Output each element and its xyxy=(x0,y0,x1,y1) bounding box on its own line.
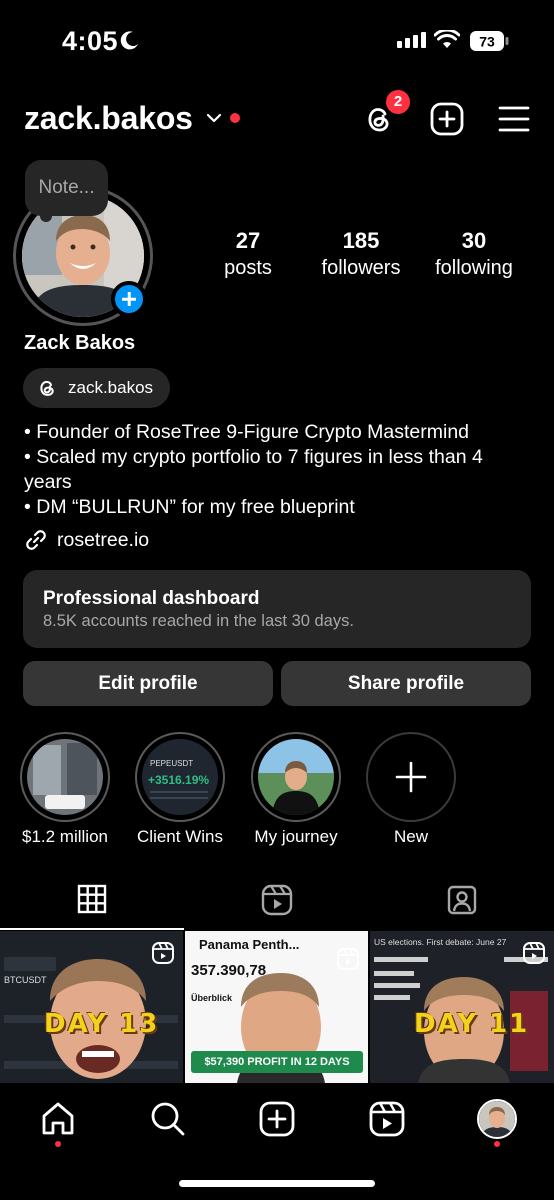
reel-indicator-icon xyxy=(337,948,359,970)
tab-tagged[interactable] xyxy=(370,880,554,924)
post-tab-label: Überblick xyxy=(191,993,233,1003)
followers-count[interactable]: 185 followers xyxy=(315,228,407,280)
add-story-button[interactable] xyxy=(111,281,147,317)
battery-icon: 73 xyxy=(470,31,509,51)
post-caption: DAY 11 xyxy=(414,1009,530,1039)
home-indicator xyxy=(179,1180,375,1187)
active-tab-indicator xyxy=(0,928,184,930)
link-icon xyxy=(26,530,46,550)
threads-profile-link[interactable]: zack.bakos xyxy=(23,368,170,408)
website-link-text: rosetree.io xyxy=(57,529,150,551)
post-amount: 357.390,78 xyxy=(191,962,267,979)
highlight-cover xyxy=(258,739,334,815)
note-bubble[interactable]: Note... xyxy=(25,160,108,216)
create-post-icon[interactable] xyxy=(430,102,464,136)
reel-indicator-icon xyxy=(523,942,545,964)
highlight-label: Client Wins xyxy=(137,827,223,846)
highlight-ring xyxy=(366,732,456,822)
cellular-signal-icon xyxy=(397,32,426,48)
highlight-ring xyxy=(251,732,341,822)
highlight-my-journey[interactable]: My journey xyxy=(251,732,341,846)
menu-icon[interactable] xyxy=(498,104,530,134)
tagged-icon xyxy=(447,885,477,915)
following-count-value: 30 xyxy=(461,228,487,253)
threads-handle: zack.bakos xyxy=(68,378,154,397)
create-icon[interactable] xyxy=(257,1099,297,1139)
threads-notification-badge: 2 xyxy=(386,90,410,114)
profile-notification-dot xyxy=(494,1141,500,1147)
post-tile[interactable]: Panama Penth... 357.390,78 Überblick $57… xyxy=(185,931,368,1083)
highlight-ticker: PEPEUSDT xyxy=(150,759,194,768)
professional-dashboard[interactable]: Professional dashboard 8.5K accounts rea… xyxy=(23,570,531,648)
home-notification-dot xyxy=(55,1141,61,1147)
edit-profile-button[interactable]: Edit profile xyxy=(23,661,273,706)
bio-line: • Scaled my crypto portfolio to 7 figure… xyxy=(24,446,483,493)
posts-count-value: 27 xyxy=(235,228,261,253)
dashboard-title: Professional dashboard xyxy=(43,588,260,609)
status-time: 4:05 xyxy=(62,26,119,56)
post-tile[interactable]: US elections. First debate: June 27 DAY … xyxy=(370,931,554,1083)
moon-icon xyxy=(120,31,138,50)
home-icon[interactable] xyxy=(38,1099,78,1139)
following-count-label: following xyxy=(435,257,513,279)
followers-count-value: 185 xyxy=(342,228,380,253)
new-highlight-button[interactable]: New xyxy=(366,732,456,846)
reel-indicator-icon xyxy=(152,942,174,964)
bio-line: • DM “BULLRUN” for my free blueprint xyxy=(24,496,355,518)
highlight-ring xyxy=(20,732,110,822)
note-bubble-tail xyxy=(40,210,52,222)
profile-header: zack.bakos 2 xyxy=(0,90,554,144)
share-profile-button[interactable]: Share profile xyxy=(281,661,531,706)
search-icon[interactable] xyxy=(148,1099,188,1139)
post-grid: BTCUSDT DAY 13 Panama Penth... 357.390,7… xyxy=(0,931,554,1083)
followers-count-label: followers xyxy=(321,257,401,279)
threads-logo-icon xyxy=(40,380,54,396)
notification-dot xyxy=(230,113,240,123)
highlight-client-wins[interactable]: PEPEUSDT +3516.19% Client Wins xyxy=(135,732,225,846)
dashboard-subtitle: 8.5K accounts reached in the last 30 day… xyxy=(43,612,354,630)
post-tile[interactable]: BTCUSDT DAY 13 xyxy=(0,931,183,1083)
bio-line: • Founder of RoseTree 9-Figure Crypto Ma… xyxy=(24,421,470,443)
post-caption: DAY 13 xyxy=(44,1009,160,1039)
plus-icon xyxy=(373,739,449,815)
highlight-ring: PEPEUSDT +3516.19% xyxy=(135,732,225,822)
post-ticker: BTCUSDT xyxy=(4,975,47,985)
post-caption: $57,390 PROFIT IN 12 DAYS xyxy=(191,1051,363,1073)
bio: • Founder of RoseTree 9-Figure Crypto Ma… xyxy=(24,420,534,520)
highlight-cover: PEPEUSDT +3516.19% xyxy=(142,739,218,815)
status-bar: 4:05 73 xyxy=(0,0,554,80)
post-header: US elections. First debate: June 27 xyxy=(374,937,507,947)
posts-count[interactable]: 27 posts xyxy=(208,228,288,280)
tab-reels[interactable] xyxy=(185,880,369,924)
following-count[interactable]: 30 following xyxy=(428,228,520,280)
reels-nav-icon[interactable] xyxy=(367,1099,407,1139)
highlight-cover xyxy=(27,739,103,815)
tab-grid[interactable] xyxy=(0,880,184,924)
highlight-1-2-million[interactable]: $1.2 million xyxy=(20,732,110,846)
highlight-gain-value: +3516.19% xyxy=(148,773,210,787)
profile-name: Zack Bakos xyxy=(24,332,136,354)
chevron-down-icon[interactable] xyxy=(206,112,222,124)
reels-icon xyxy=(261,884,293,916)
battery-level: 73 xyxy=(479,34,495,50)
grid-icon xyxy=(77,884,107,914)
post-header: Panama Penth... xyxy=(199,937,300,952)
username-switcher[interactable]: zack.bakos xyxy=(24,100,193,137)
highlight-label: My journey xyxy=(254,827,338,846)
posts-count-label: posts xyxy=(224,257,272,279)
highlight-label: New xyxy=(393,827,429,846)
profile-nav-avatar[interactable] xyxy=(477,1099,517,1139)
wifi-icon xyxy=(434,30,460,48)
highlight-label: $1.2 million xyxy=(22,827,108,846)
